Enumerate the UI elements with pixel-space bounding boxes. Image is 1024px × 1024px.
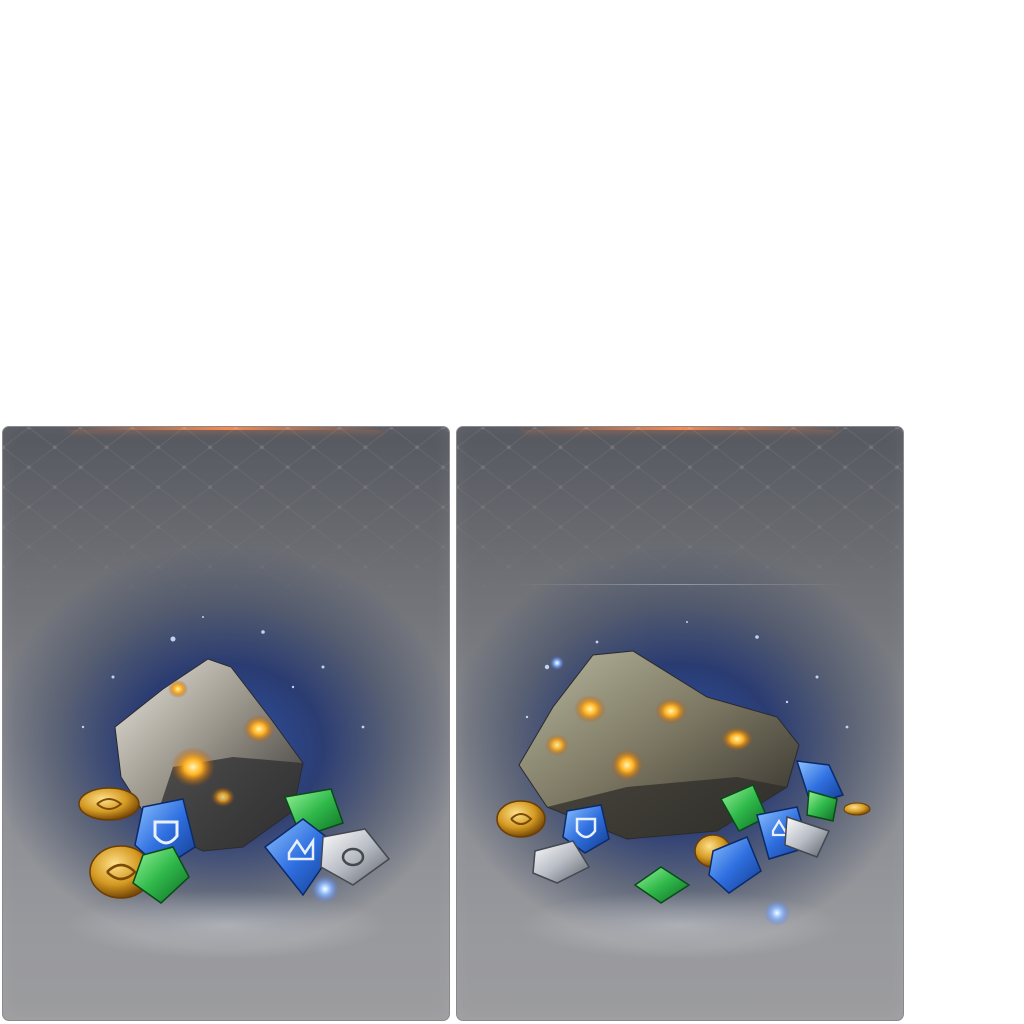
ore-bundle-art bbox=[78, 616, 391, 904]
sparkle-light bbox=[764, 900, 790, 926]
sparkle-light bbox=[550, 656, 564, 670]
green-rune-icon bbox=[633, 866, 691, 904]
sparkle-light bbox=[311, 875, 339, 903]
ore-bundle-art bbox=[496, 621, 871, 926]
reward-card-small[interactable] bbox=[2, 426, 450, 1021]
gold-coin-icon bbox=[843, 802, 871, 816]
gold-coin-icon bbox=[496, 800, 546, 838]
reward-card-large[interactable] bbox=[456, 426, 904, 1021]
gold-coin-icon bbox=[78, 787, 140, 821]
